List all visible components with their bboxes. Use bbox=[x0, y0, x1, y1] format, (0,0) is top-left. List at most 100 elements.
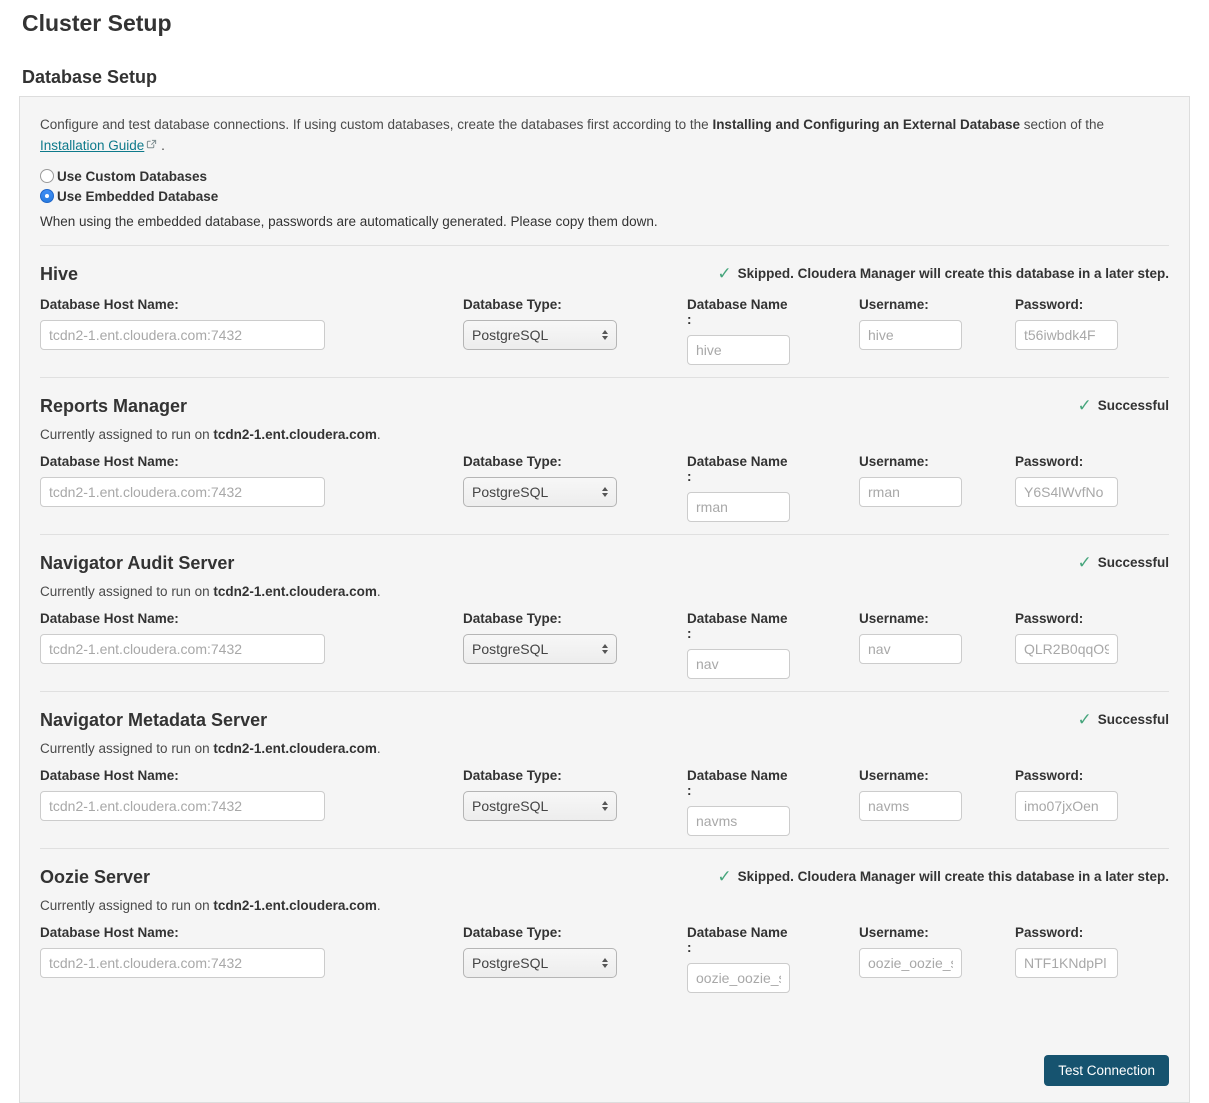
intro-suffix: . bbox=[161, 138, 165, 153]
external-link-icon bbox=[146, 136, 157, 157]
db-username-input[interactable] bbox=[859, 477, 962, 507]
assigned-suffix: . bbox=[377, 427, 381, 442]
intro-text: Configure and test database connections.… bbox=[40, 115, 1169, 157]
select-stepper-icon bbox=[602, 958, 608, 969]
field-label-type: Database Type: bbox=[463, 925, 617, 940]
field-label-name: Database Name : bbox=[687, 925, 790, 955]
section-title: Reports Manager bbox=[40, 396, 187, 417]
field-label-name: Database Name : bbox=[687, 611, 790, 641]
assigned-suffix: . bbox=[377, 584, 381, 599]
status-badge: ✓Skipped. Cloudera Manager will create t… bbox=[717, 264, 1169, 284]
db-type-select[interactable]: PostgreSQL bbox=[463, 634, 617, 664]
db-password-input[interactable] bbox=[1015, 791, 1118, 821]
field-label-user: Username: bbox=[859, 297, 962, 312]
db-type-selected-value: PostgreSQL bbox=[472, 798, 548, 814]
db-password-input[interactable] bbox=[1015, 634, 1118, 664]
section-reports-manager: Reports Manager ✓ Successful Currently as… bbox=[40, 377, 1169, 534]
field-label-user: Username: bbox=[859, 925, 962, 940]
db-host-input[interactable] bbox=[40, 948, 325, 978]
field-label-name: Database Name : bbox=[687, 454, 790, 484]
select-stepper-icon bbox=[602, 644, 608, 655]
field-label-type: Database Type: bbox=[463, 297, 617, 312]
intro-text-part2: section of the bbox=[1024, 117, 1104, 132]
db-host-input[interactable] bbox=[40, 477, 325, 507]
field-label-host: Database Host Name: bbox=[40, 611, 325, 626]
db-type-select[interactable]: PostgreSQL bbox=[463, 948, 617, 978]
field-label-name: Database Name : bbox=[687, 768, 790, 798]
field-label-host: Database Host Name: bbox=[40, 925, 325, 940]
db-type-select[interactable]: PostgreSQL bbox=[463, 320, 617, 350]
page-title: Cluster Setup bbox=[22, 10, 1190, 37]
db-name-input[interactable] bbox=[687, 806, 790, 836]
section-navigator-audit-server: Navigator Audit Server ✓ Successful Curre… bbox=[40, 534, 1169, 691]
radio-indicator-selected-icon bbox=[40, 189, 54, 203]
db-username-input[interactable] bbox=[859, 634, 962, 664]
db-host-input[interactable] bbox=[40, 634, 325, 664]
radio-use-embedded-database[interactable]: Use Embedded Database bbox=[40, 189, 1169, 204]
db-type-select[interactable]: PostgreSQL bbox=[463, 791, 617, 821]
db-type-selected-value: PostgreSQL bbox=[472, 955, 548, 971]
db-username-input[interactable] bbox=[859, 791, 962, 821]
assigned-host: tcdn2-1.ent.cloudera.com bbox=[213, 898, 377, 913]
field-label-name: Database Name : bbox=[687, 297, 790, 327]
db-host-input[interactable] bbox=[40, 320, 325, 350]
panel-footer: Test Connection bbox=[40, 1055, 1169, 1086]
check-icon: ✓ bbox=[717, 264, 731, 283]
db-name-input[interactable] bbox=[687, 649, 790, 679]
assigned-host-line: Currently assigned to run on tcdn2-1.ent… bbox=[40, 584, 1169, 599]
field-label-type: Database Type: bbox=[463, 611, 617, 626]
field-label-pass: Password: bbox=[1015, 925, 1118, 940]
check-icon: ✓ bbox=[1077, 553, 1091, 572]
installation-guide-link[interactable]: Installation Guide bbox=[40, 138, 144, 153]
database-setup-heading: Database Setup bbox=[22, 67, 1190, 88]
check-icon: ✓ bbox=[1077, 710, 1091, 729]
db-username-input[interactable] bbox=[859, 948, 962, 978]
check-icon: ✓ bbox=[1077, 396, 1091, 415]
field-label-host: Database Host Name: bbox=[40, 297, 325, 312]
assigned-prefix: Currently assigned to run on bbox=[40, 741, 210, 756]
assigned-suffix: . bbox=[377, 898, 381, 913]
field-label-pass: Password: bbox=[1015, 768, 1118, 783]
db-type-selected-value: PostgreSQL bbox=[472, 327, 548, 343]
check-icon: ✓ bbox=[717, 867, 731, 886]
db-type-selected-value: PostgreSQL bbox=[472, 641, 548, 657]
field-label-user: Username: bbox=[859, 454, 962, 469]
cluster-setup-page: Cluster Setup Database Setup Configure a… bbox=[0, 0, 1209, 1103]
db-host-input[interactable] bbox=[40, 791, 325, 821]
select-stepper-icon bbox=[602, 801, 608, 812]
assigned-host: tcdn2-1.ent.cloudera.com bbox=[213, 741, 377, 756]
field-label-user: Username: bbox=[859, 611, 962, 626]
assigned-host: tcdn2-1.ent.cloudera.com bbox=[213, 427, 377, 442]
database-mode-radio-group: Use Custom Databases Use Embedded Databa… bbox=[40, 169, 1169, 204]
section-hive: Hive ✓Skipped. Cloudera Manager will cre… bbox=[40, 245, 1169, 377]
db-type-select[interactable]: PostgreSQL bbox=[463, 477, 617, 507]
assigned-host-line: Currently assigned to run on tcdn2-1.ent… bbox=[40, 741, 1169, 756]
db-password-input[interactable] bbox=[1015, 477, 1118, 507]
section-title: Navigator Audit Server bbox=[40, 553, 234, 574]
db-password-input[interactable] bbox=[1015, 948, 1118, 978]
status-text: Successful bbox=[1098, 555, 1169, 570]
embedded-db-note: When using the embedded database, passwo… bbox=[40, 214, 1169, 229]
status-text: Successful bbox=[1098, 712, 1169, 727]
assigned-suffix: . bbox=[377, 741, 381, 756]
section-title: Hive bbox=[40, 264, 78, 285]
test-connection-button[interactable]: Test Connection bbox=[1044, 1055, 1169, 1086]
select-stepper-icon bbox=[602, 330, 608, 341]
radio-use-custom-databases[interactable]: Use Custom Databases bbox=[40, 169, 1169, 184]
db-password-input[interactable] bbox=[1015, 320, 1118, 350]
assigned-host-line: Currently assigned to run on tcdn2-1.ent… bbox=[40, 427, 1169, 442]
field-label-pass: Password: bbox=[1015, 297, 1118, 312]
db-name-input[interactable] bbox=[687, 963, 790, 993]
database-setup-panel: Configure and test database connections.… bbox=[19, 96, 1190, 1103]
section-title: Oozie Server bbox=[40, 867, 150, 888]
db-name-input[interactable] bbox=[687, 335, 790, 365]
section-title: Navigator Metadata Server bbox=[40, 710, 267, 731]
field-label-host: Database Host Name: bbox=[40, 768, 325, 783]
field-label-type: Database Type: bbox=[463, 454, 617, 469]
status-badge: ✓ Successful bbox=[1077, 553, 1169, 573]
db-name-input[interactable] bbox=[687, 492, 790, 522]
field-label-user: Username: bbox=[859, 768, 962, 783]
db-username-input[interactable] bbox=[859, 320, 962, 350]
status-text: Successful bbox=[1098, 398, 1169, 413]
assigned-prefix: Currently assigned to run on bbox=[40, 427, 210, 442]
